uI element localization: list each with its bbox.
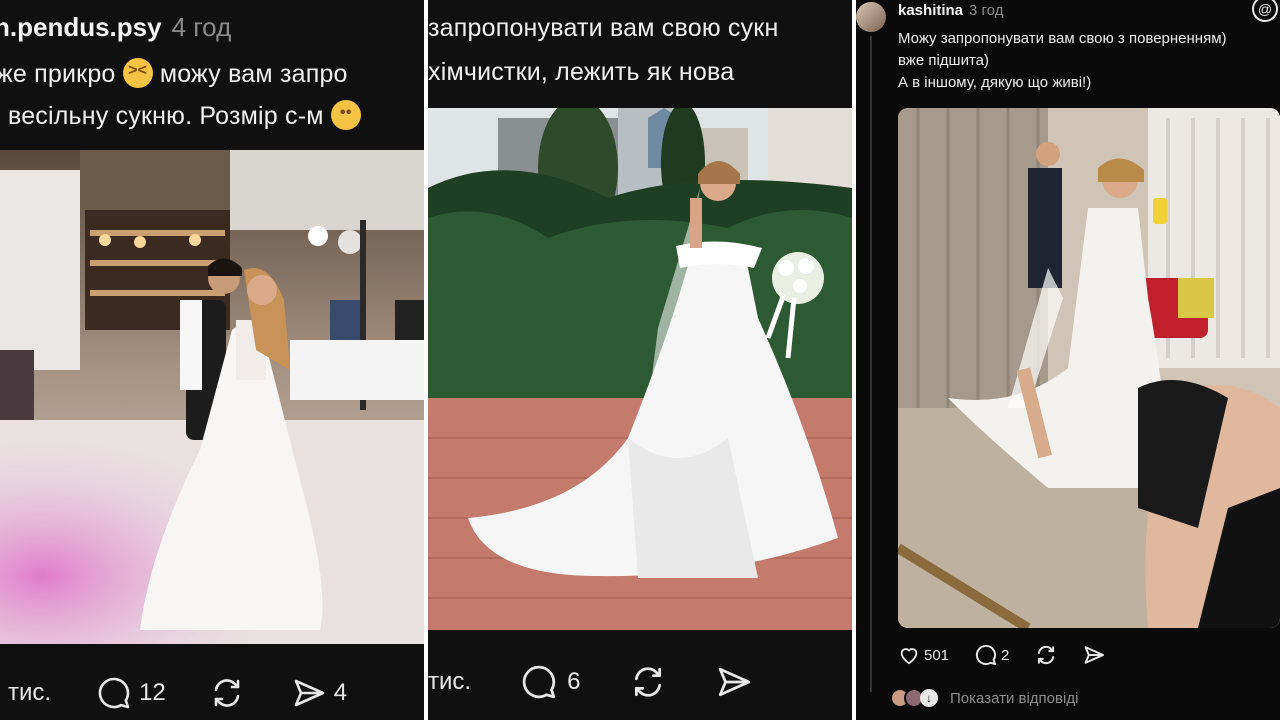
repost-button[interactable] <box>630 664 666 700</box>
repost-icon <box>1038 645 1055 665</box>
replies-row[interactable]: ↓ Показати відповіді <box>890 686 1078 710</box>
comment-text-line-3: А в іншому, дякую що живі!) <box>898 74 1092 91</box>
post-text-line-2: весільну сукню. Розмір с-м •• <box>8 100 361 131</box>
heart-icon <box>900 648 918 665</box>
comments-count: 6 <box>567 668 581 695</box>
chevron-down-icon: ↓ <box>920 689 938 707</box>
repost-button[interactable] <box>1035 644 1057 666</box>
comment-button[interactable]: 12 <box>97 676 166 710</box>
share-button[interactable] <box>1083 644 1105 666</box>
post-text: можу вам запро <box>159 60 348 88</box>
username[interactable]: n.pendus.psy <box>0 12 162 42</box>
post-actions: тис. 12 4 <box>8 676 347 710</box>
likes-count: тис. <box>428 668 472 695</box>
comment-panel: kashitina 3 год @ Можу запропонувати вам … <box>856 0 1280 720</box>
post-text-line-2: хімчистки, лежить як нова <box>428 58 735 86</box>
share-button[interactable] <box>716 664 752 700</box>
comment-button[interactable]: 6 <box>521 664 580 700</box>
comment-button[interactable]: 2 <box>975 644 1009 666</box>
comment-icon <box>98 677 130 709</box>
comment-icon <box>975 644 997 666</box>
avatar[interactable] <box>856 2 886 32</box>
comment-author: kashitina 3 год <box>898 2 1003 19</box>
comment-actions: 501 2 <box>898 644 1105 666</box>
likes-count: 501 <box>924 646 950 664</box>
repost-icon <box>635 667 662 697</box>
show-replies-link[interactable]: Показати відповіді <box>950 690 1078 707</box>
timestamp: 3 год <box>969 2 1004 19</box>
send-icon <box>719 667 751 697</box>
pleading-face-icon: •• <box>330 100 361 130</box>
comment-body: Можу запропонувати вам свою з повернення… <box>898 28 1280 94</box>
post-panel-2: запропонувати вам свою сукн хімчистки, л… <box>428 0 852 720</box>
mention-icon[interactable]: @ <box>1252 0 1278 22</box>
shares-count: 4 <box>333 679 348 706</box>
mirror-selfie-photo[interactable] <box>898 108 1280 628</box>
comments-count: 2 <box>1001 646 1010 664</box>
like-button[interactable]: 501 <box>898 644 949 666</box>
wedding-dance-photo[interactable] <box>0 150 424 644</box>
comments-count: 12 <box>139 679 166 706</box>
comment-icon <box>522 665 556 699</box>
post-actions: тис. 6 <box>428 664 752 700</box>
post-text: же прикро <box>0 60 116 88</box>
send-icon <box>1084 646 1105 664</box>
share-button[interactable]: 4 <box>292 676 347 710</box>
persevering-face-icon: >< <box>122 58 153 88</box>
comment-text-line-1: Можу запропонувати вам свою з повернення… <box>898 30 1227 47</box>
bride-outdoor-photo[interactable] <box>428 108 852 630</box>
post-panel-1: n.pendus.psy 4 год же прикро >< можу вам … <box>0 0 424 720</box>
post-text-line-1: запропонувати вам свою сукн <box>428 14 779 42</box>
timestamp: 4 год <box>171 12 232 42</box>
post-text-line-1: же прикро >< можу вам запро <box>0 58 348 89</box>
likes-count: тис. <box>8 679 52 706</box>
username[interactable]: kashitina <box>898 2 963 19</box>
comment-text-line-2: вже підшита) <box>898 52 990 69</box>
thread-line <box>870 36 872 692</box>
repost-icon <box>214 679 240 707</box>
post-text: весільну сукню. Розмір с-м <box>8 102 324 130</box>
send-icon <box>294 679 325 707</box>
repost-button[interactable] <box>210 676 244 710</box>
post-header: n.pendus.psy 4 год <box>0 12 231 43</box>
